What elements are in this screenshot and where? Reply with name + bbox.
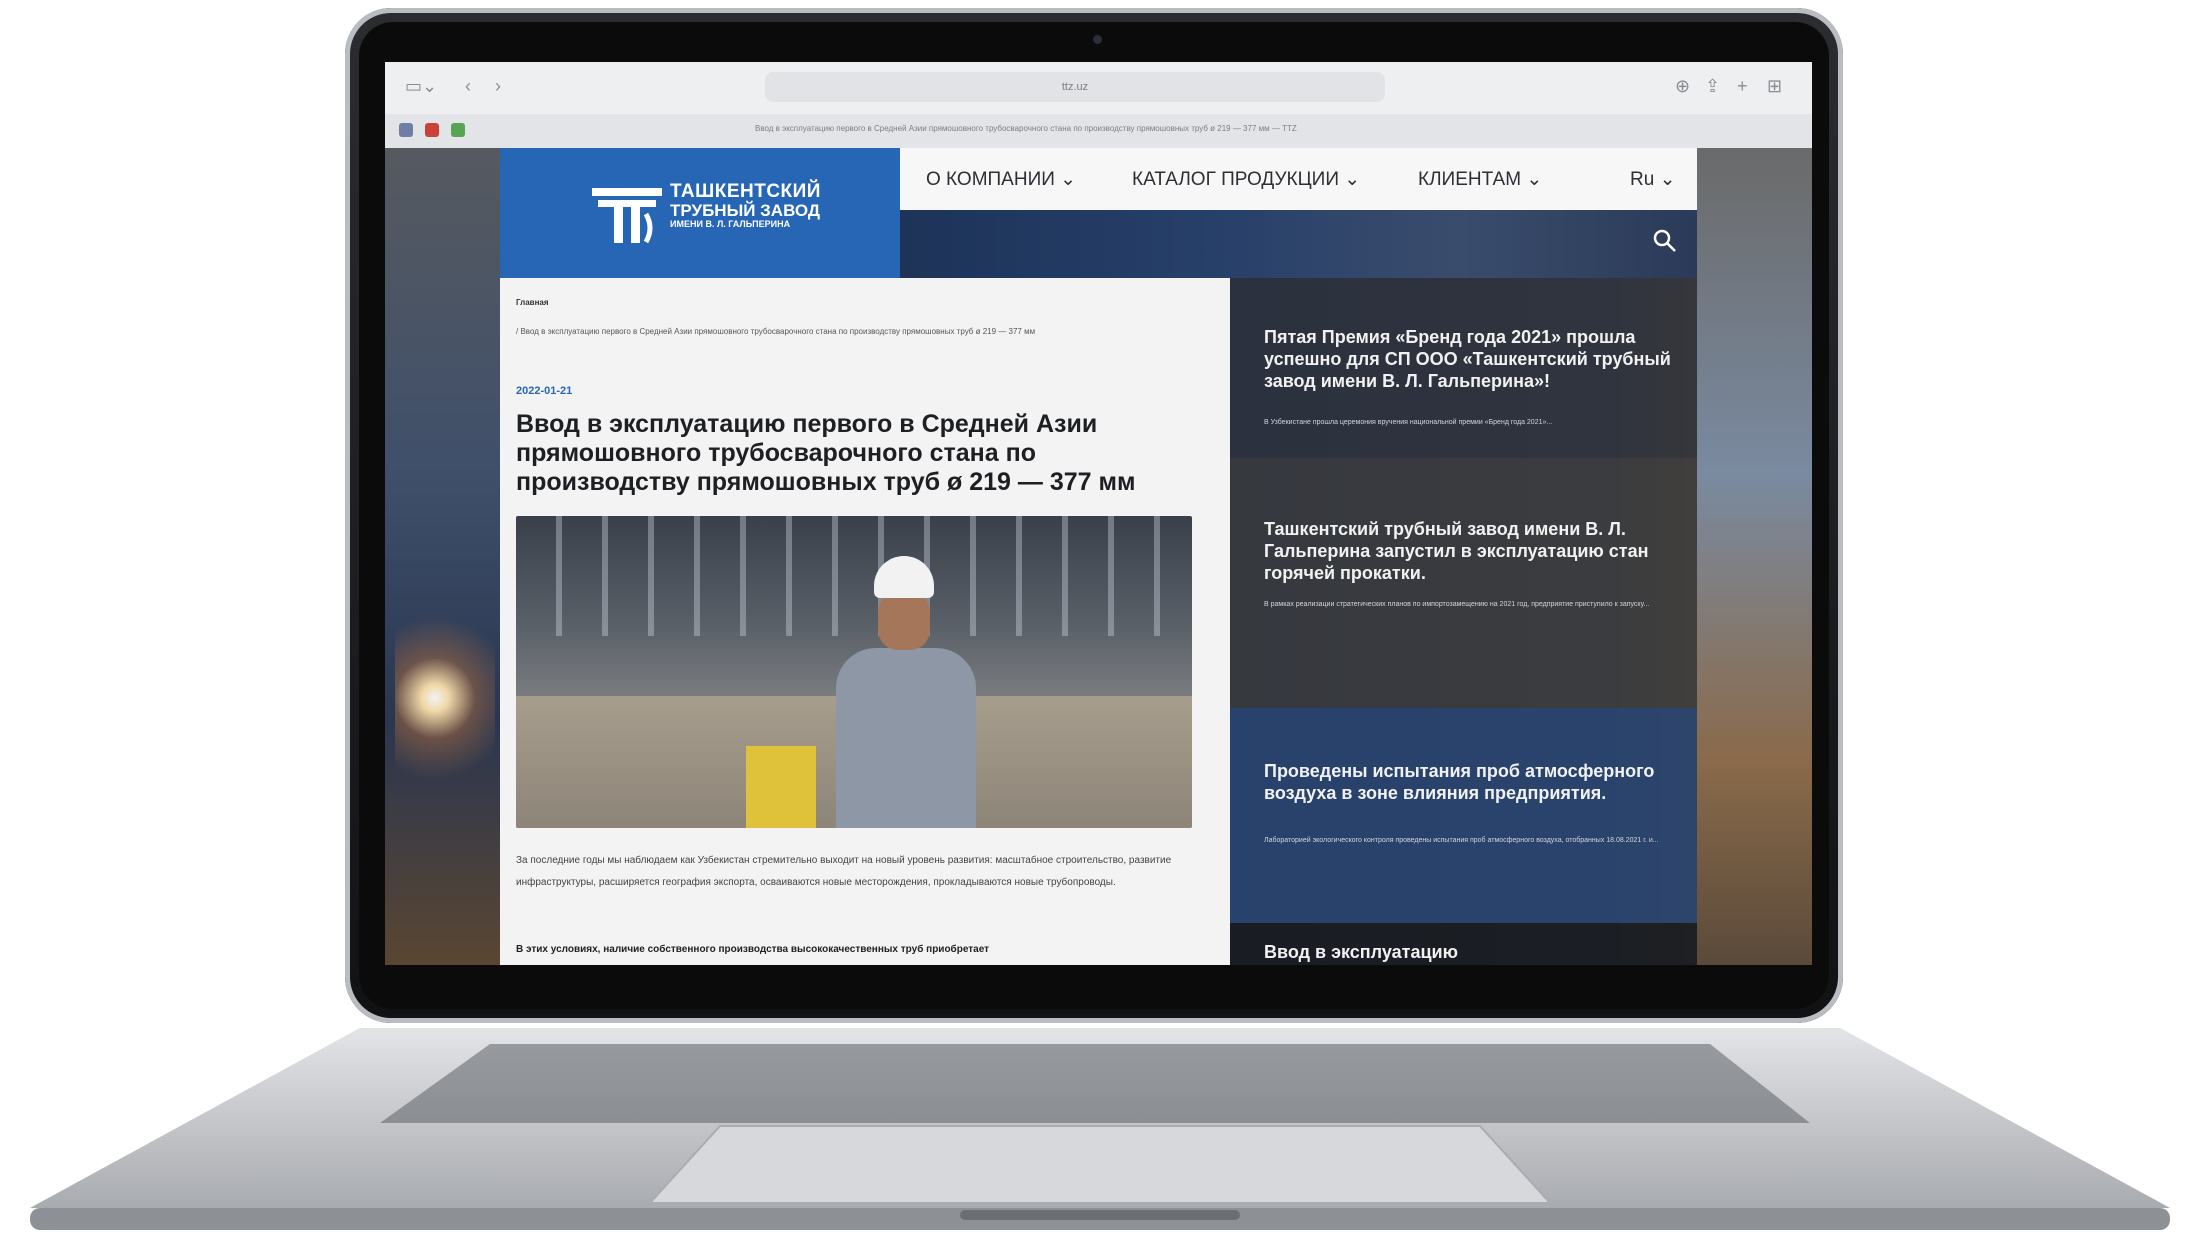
article-title: Ввод в эксплуатацию первого в Средней Аз… — [516, 410, 1136, 496]
news-title[interactable]: Ввод в эксплуатацию — [1264, 941, 1684, 963]
news-card[interactable]: Ввод в эксплуатацию — [1230, 923, 1697, 965]
article-date: 2022-01-21 — [516, 385, 573, 397]
news-card[interactable]: Проведены испытания проб атмосферного во… — [1230, 708, 1697, 923]
tab-title[interactable]: Ввод в эксплуатацию первого в Средней Аз… — [755, 124, 1297, 133]
article-paragraph-bold: В этих условиях, наличие собственного пр… — [516, 944, 990, 955]
nav-item-catalog[interactable]: КАТАЛОГ ПРОДУКЦИИ ⌄ — [1132, 168, 1360, 191]
bookmark-icon[interactable] — [425, 123, 439, 137]
address-bar[interactable]: ttz.uz — [765, 72, 1385, 102]
bookmark-icon[interactable] — [451, 123, 465, 137]
site-logo[interactable]: ТАШКЕНТСКИЙ ТРУБНЫЙ ЗАВОД ИМЕНИ В. Л. ГА… — [500, 148, 900, 278]
logo-line-2: ТРУБНЫЙ ЗАВОД — [670, 200, 821, 220]
camera-icon — [1093, 35, 1102, 44]
tab-overview-icon[interactable]: ⊞ — [1767, 76, 1782, 97]
article-photo — [516, 516, 1192, 828]
news-excerpt: В рамках реализации стратегических плано… — [1264, 601, 1650, 608]
language-selector[interactable]: Ru ⌄ — [1630, 168, 1676, 191]
news-title[interactable]: Проведены испытания проб атмосферного во… — [1264, 760, 1684, 804]
browser-toolbar: ▭⌄ ‹ › ◐ ttz.uz ⊕ ⇪ + ⊞ — [385, 62, 1812, 115]
worker-figure — [816, 556, 996, 828]
article-paragraph: За последние годы мы наблюдаем как Узбек… — [516, 855, 1172, 888]
laptop-base — [20, 1018, 2180, 1236]
logo-icon — [592, 188, 662, 244]
main-nav: О КОМПАНИИ ⌄ КАТАЛОГ ПРОДУКЦИИ ⌄ КЛИЕНТА… — [900, 148, 1697, 210]
news-excerpt: В Узбекистане прошла церемония вручения … — [1264, 419, 1553, 426]
nav-item-clients[interactable]: КЛИЕНТАМ ⌄ — [1418, 168, 1542, 191]
bookmark-icon[interactable] — [399, 123, 413, 137]
breadcrumb: / Ввод в эксплуатацию первого в Средней … — [516, 327, 1036, 336]
news-excerpt: Лабораторией экологического контроля про… — [1264, 837, 1659, 844]
background-image-left — [385, 148, 500, 965]
download-icon[interactable]: ⊕ — [1675, 76, 1690, 97]
new-tab-icon[interactable]: + — [1737, 76, 1748, 97]
browser-window: ▭⌄ ‹ › ◐ ttz.uz ⊕ ⇪ + ⊞ Ввод в эксплуата… — [385, 62, 1812, 965]
header-banner — [900, 210, 1697, 278]
forward-icon[interactable]: › — [495, 76, 501, 97]
web-page: ТАШКЕНТСКИЙ ТРУБНЫЙ ЗАВОД ИМЕНИ В. Л. ГА… — [385, 148, 1812, 965]
nav-item-company[interactable]: О КОМПАНИИ ⌄ — [926, 168, 1076, 191]
tab-bar: Ввод в эксплуатацию первого в Средней Аз… — [385, 114, 1812, 149]
sidebar-toggle-icon[interactable]: ▭⌄ — [405, 76, 437, 97]
news-title[interactable]: Ташкентский трубный завод имени В. Л. Га… — [1264, 518, 1684, 584]
news-card[interactable]: Ташкентский трубный завод имени В. Л. Га… — [1230, 458, 1697, 708]
news-card[interactable]: Пятая Премия «Бренд года 2021» прошла ус… — [1230, 278, 1697, 458]
back-icon[interactable]: ‹ — [465, 76, 471, 97]
background-image-right — [1697, 148, 1812, 965]
article: Главная / Ввод в эксплуатацию первого в … — [500, 278, 1230, 965]
search-icon[interactable] — [1652, 228, 1678, 254]
logo-line-3: ИМЕНИ В. Л. ГАЛЬПЕРИНА — [670, 218, 791, 229]
share-icon[interactable]: ⇪ — [1705, 76, 1720, 97]
logo-line-1: ТАШКЕНТСКИЙ — [670, 181, 821, 202]
keyboard-deck — [30, 1028, 2170, 1230]
news-title[interactable]: Пятая Премия «Бренд года 2021» прошла ус… — [1264, 326, 1684, 392]
breadcrumb-home[interactable]: Главная — [516, 298, 549, 307]
news-sidebar: Пятая Премия «Бренд года 2021» прошла ус… — [1230, 278, 1697, 965]
